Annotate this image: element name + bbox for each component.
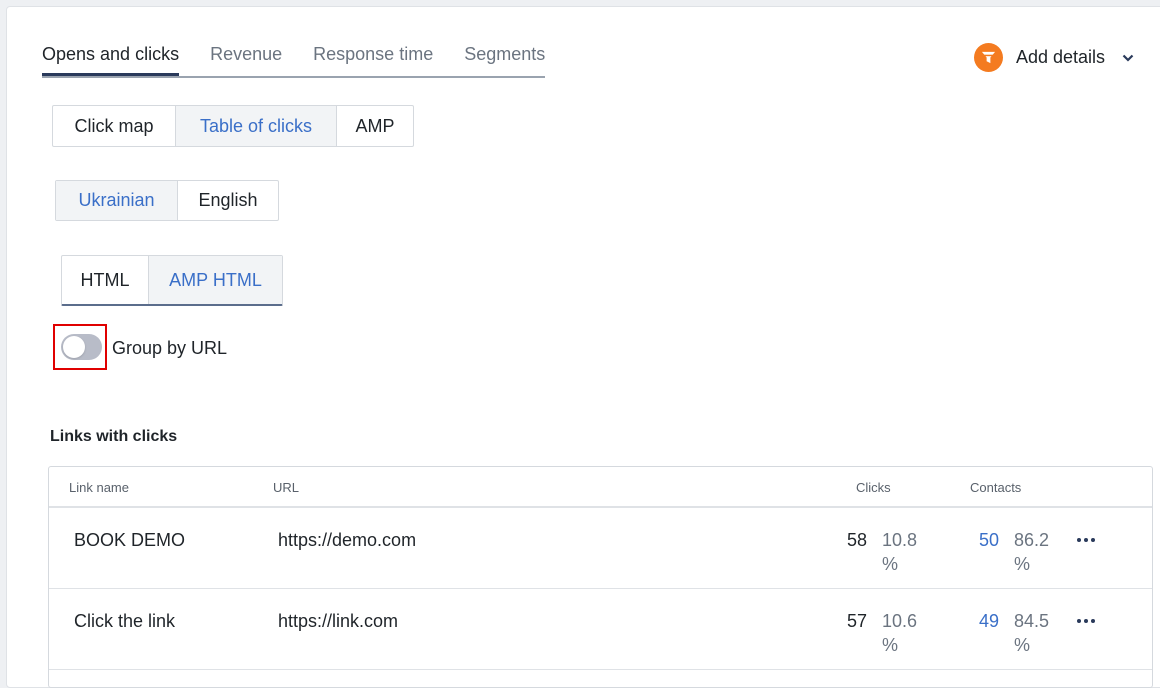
table-row: BOOK DEMO https://demo.com 58 10.8% 50 8… [49, 508, 1152, 589]
more-actions-icon[interactable] [1077, 619, 1095, 623]
table-row: Click the link https://link.com 57 10.6%… [49, 589, 1152, 670]
table-header: Link name URL Clicks Contacts [49, 467, 1152, 508]
html-option[interactable]: HTML [62, 256, 149, 304]
group-by-url-label: Group by URL [112, 338, 228, 358]
tab-opens-and-clicks[interactable]: Opens and clicks [42, 42, 180, 76]
column-link-name: Link name [69, 480, 129, 495]
format-switch: HTML AMP HTML [61, 255, 283, 306]
column-url: URL [273, 480, 300, 495]
links-table: Link name URL Clicks Contacts BOOK DEMO … [48, 466, 1153, 688]
view-mode-switch: Click map Table of clicks AMP [52, 105, 414, 147]
amp-html-option[interactable]: AMP HTML [149, 256, 282, 304]
ukrainian-option[interactable]: Ukrainian [56, 181, 178, 220]
click-map-option[interactable]: Click map [53, 106, 176, 146]
tab-response-time[interactable]: Response time [313, 42, 433, 74]
amp-option[interactable]: AMP [337, 106, 413, 146]
column-contacts: Contacts [970, 480, 1022, 495]
link-name-cell: Click the link [74, 611, 176, 631]
clicks-percent: 10.6% [882, 611, 918, 655]
column-clicks: Clicks [856, 480, 891, 495]
tab-segments[interactable]: Segments [464, 42, 545, 74]
add-details-button[interactable]: Add details [974, 43, 1134, 72]
english-option[interactable]: English [178, 181, 278, 220]
funnel-icon [974, 43, 1003, 72]
more-actions-icon[interactable] [1077, 538, 1095, 542]
clicks-count: 58 [847, 530, 868, 550]
contacts-percent: 84.5% [1014, 611, 1050, 655]
add-details-label: Add details [1016, 47, 1106, 67]
contacts-count-link[interactable]: 50 [979, 530, 999, 551]
contacts-percent: 86.2% [1014, 530, 1050, 574]
group-by-url-toggle[interactable] [61, 334, 102, 360]
link-name-cell: BOOK DEMO [74, 530, 186, 550]
links-section-title: Links with clicks [50, 428, 178, 445]
clicks-count: 57 [847, 611, 868, 631]
clicks-percent: 10.8% [882, 530, 918, 574]
table-of-clicks-option[interactable]: Table of clicks [176, 106, 337, 146]
chevron-down-icon [1122, 53, 1134, 63]
tab-revenue[interactable]: Revenue [210, 42, 282, 74]
language-switch: Ukrainian English [55, 180, 279, 221]
report-tabs: Opens and clicks Revenue Response time S… [42, 42, 546, 78]
url-cell: https://demo.com [278, 530, 417, 550]
contacts-count-link[interactable]: 49 [979, 611, 999, 632]
toggle-knob [63, 336, 85, 358]
url-cell: https://link.com [278, 611, 399, 631]
